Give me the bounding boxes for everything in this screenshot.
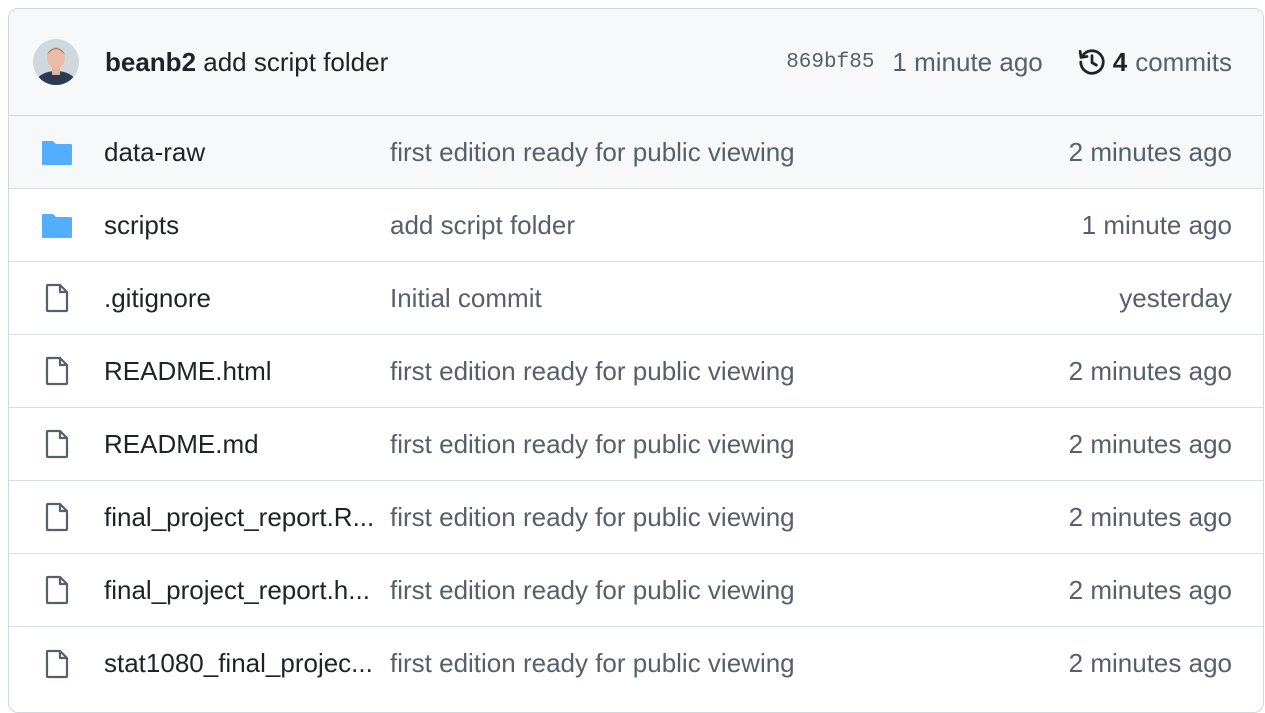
file-icon: [40, 647, 74, 681]
history-icon: [1078, 49, 1105, 75]
file-age: 1 minute ago: [1081, 209, 1232, 240]
commit-author[interactable]: beanb2: [105, 47, 196, 77]
file-row[interactable]: .gitignore Initial commit yesterday: [9, 262, 1263, 335]
commit-time: 1 minute ago: [892, 46, 1043, 77]
commit-count: 4: [1112, 46, 1128, 77]
file-commit-message[interactable]: first edition ready for public viewing: [390, 356, 1069, 387]
file-commit-message[interactable]: first edition ready for public viewing: [390, 137, 1069, 168]
file-icon: [40, 354, 74, 388]
commits-label: commits: [1135, 46, 1232, 77]
folder-icon: [40, 208, 74, 242]
file-age: 2 minutes ago: [1068, 136, 1232, 167]
file-age: 2 minutes ago: [1068, 648, 1232, 678]
file-commit-message[interactable]: add script folder: [390, 210, 1082, 241]
file-row[interactable]: README.html first edition ready for publ…: [9, 335, 1263, 408]
file-row[interactable]: README.md first edition ready for public…: [9, 408, 1263, 481]
commit-history-link[interactable]: 4 commits: [1077, 47, 1232, 78]
file-row[interactable]: final_project_report.h... first edition …: [9, 554, 1263, 627]
file-name[interactable]: final_project_report.R...: [104, 502, 390, 533]
file-commit-message[interactable]: first edition ready for public viewing: [390, 575, 1069, 606]
file-row[interactable]: stat1080_final_projec... first edition r…: [9, 627, 1263, 700]
file-icon: [40, 500, 74, 534]
file-commit-message[interactable]: Initial commit: [390, 283, 1119, 314]
file-name[interactable]: data-raw: [104, 137, 390, 168]
file-age: 2 minutes ago: [1068, 501, 1232, 532]
file-commit-message[interactable]: first edition ready for public viewing: [390, 648, 1069, 679]
file-icon: [40, 427, 74, 461]
file-name[interactable]: final_project_report.h...: [104, 575, 390, 606]
file-commit-message[interactable]: first edition ready for public viewing: [390, 502, 1069, 533]
file-age: 2 minutes ago: [1068, 574, 1232, 605]
file-name[interactable]: .gitignore: [104, 283, 390, 314]
file-row[interactable]: final_project_report.R... first edition …: [9, 481, 1263, 554]
file-list: data-raw first edition ready for public …: [9, 116, 1263, 700]
file-row[interactable]: data-raw first edition ready for public …: [9, 116, 1263, 189]
file-name[interactable]: stat1080_final_projec...: [104, 648, 390, 679]
file-row[interactable]: scripts add script folder 1 minute ago: [9, 189, 1263, 262]
file-age: 2 minutes ago: [1068, 355, 1232, 386]
file-browser-panel: beanb2 add script folder 869bf85 1 minut…: [8, 8, 1264, 713]
file-name[interactable]: README.html: [104, 356, 390, 387]
avatar[interactable]: [33, 39, 79, 85]
folder-icon: [40, 135, 74, 169]
file-commit-message[interactable]: first edition ready for public viewing: [390, 429, 1069, 460]
file-name[interactable]: README.md: [104, 429, 390, 460]
file-icon: [40, 573, 74, 607]
file-age: 2 minutes ago: [1068, 428, 1232, 459]
latest-commit-bar: beanb2 add script folder 869bf85 1 minut…: [9, 9, 1263, 116]
commit-message[interactable]: add script folder: [203, 47, 388, 77]
file-icon: [40, 281, 74, 315]
latest-commit-message: beanb2 add script folder: [105, 47, 388, 78]
file-age: yesterday: [1119, 282, 1232, 313]
file-name[interactable]: scripts: [104, 210, 390, 241]
commit-sha[interactable]: 869bf85: [786, 51, 874, 74]
